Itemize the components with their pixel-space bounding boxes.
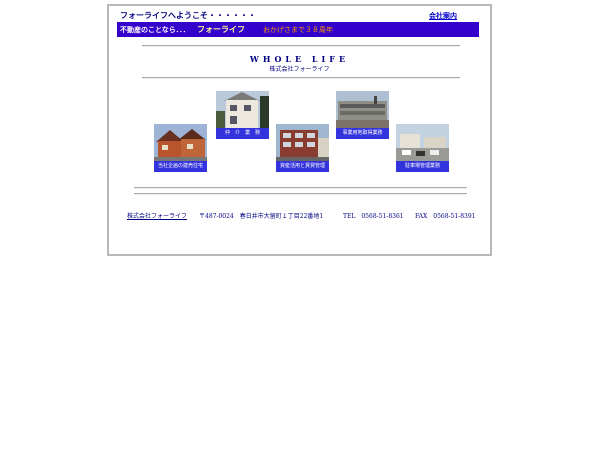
page-frame: フォーライフへようこそ・・・・・・ 会社案内 不動産のことなら．．． フォーライ… [107, 4, 492, 256]
apartment-photo[interactable] [276, 124, 329, 161]
service-caption-rental[interactable]: 資産活用と賃貸管理 [276, 161, 329, 172]
welcome-text: フォーライフへようこそ・・・・・・ [120, 11, 256, 20]
divider-bottom-1 [134, 187, 467, 189]
building-photo[interactable] [336, 91, 389, 128]
service-caption-parking[interactable]: 駐車場管理業務 [396, 161, 449, 172]
service-caption-land[interactable]: 事業用地取得業務 [336, 128, 389, 139]
service-caption-built-homes[interactable]: 当社企画の建売住宅 [154, 161, 207, 172]
page-subtitle: 株式会社フォーライフ [269, 66, 330, 73]
page-title: WHOLE LIFE [249, 54, 350, 64]
footer-address: 〒487-0024 春日井市大留町１丁目22番地1 [199, 213, 324, 220]
parking-photo[interactable] [396, 124, 449, 161]
divider-bottom-2 [134, 193, 467, 195]
footer-company-link[interactable]: 株式会社フォーライフ [127, 211, 187, 220]
footer-fax: FAX 0568-51-8391 [415, 213, 476, 220]
service-caption-brokerage[interactable]: 仲 介 業 務 [216, 128, 269, 139]
banner-tagline: 不動産のことなら．．． [120, 26, 190, 34]
banner-anniversary: おかげさまで３８周年 [263, 26, 333, 34]
house-photo[interactable] [216, 91, 269, 128]
banner-bar: 不動産のことなら．．． フォーライフ おかげさまで３８周年 [117, 22, 479, 37]
divider-top [142, 45, 460, 47]
footer-tel: TEL 0568-51-8361 [343, 213, 404, 220]
house-photo[interactable] [154, 124, 207, 161]
company-info-link[interactable]: 会社案内 [429, 11, 457, 21]
banner-brand: フォーライフ [197, 25, 245, 34]
divider-mid [142, 77, 460, 79]
